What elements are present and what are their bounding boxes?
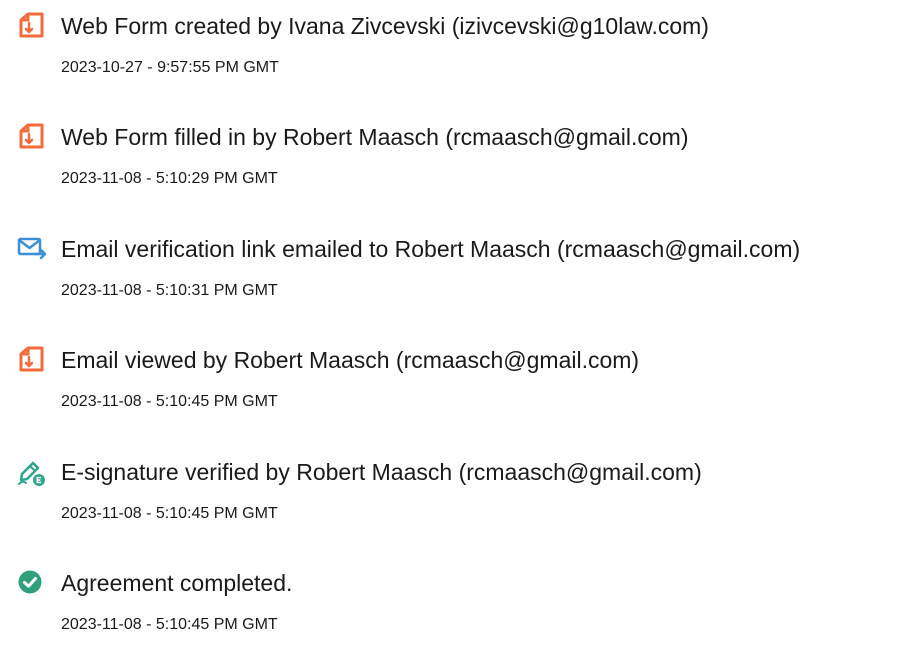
event-title: Agreement completed. bbox=[61, 570, 293, 596]
event-title: Email verification link emailed to Rober… bbox=[61, 236, 801, 262]
event-item: Email verification link emailed to Rober… bbox=[0, 235, 919, 325]
event-timestamp: 2023-11-08 - 5:10:45 PM GMT bbox=[61, 393, 278, 410]
event-item: Web Form filled in by Robert Maasch (rcm… bbox=[0, 123, 919, 213]
event-timestamp: 2023-11-08 - 5:10:45 PM GMT bbox=[61, 616, 278, 633]
event-timestamp: 2023-11-08 - 5:10:31 PM GMT bbox=[61, 282, 278, 299]
document-pdf-icon bbox=[17, 12, 47, 42]
event-title: Web Form filled in by Robert Maasch (rcm… bbox=[61, 124, 689, 150]
event-title: Web Form created by Ivana Zivcevski (izi… bbox=[61, 13, 709, 39]
event-item: Email viewed by Robert Maasch (rcmaasch@… bbox=[0, 346, 919, 436]
event-item: Agreement completed. 2023-11-08 - 5:10:4… bbox=[0, 569, 919, 659]
event-item: Web Form created by Ivana Zivcevski (izi… bbox=[0, 12, 919, 102]
event-timestamp: 2023-10-27 - 9:57:55 PM GMT bbox=[61, 59, 279, 76]
document-pdf-icon bbox=[17, 346, 47, 376]
event-item: E-signature verified by Robert Maasch (r… bbox=[0, 458, 919, 548]
pen-verified-icon bbox=[17, 458, 47, 488]
event-timestamp: 2023-11-08 - 5:10:45 PM GMT bbox=[61, 505, 278, 522]
event-title: E-signature verified by Robert Maasch (r… bbox=[61, 459, 702, 485]
event-title: Email viewed by Robert Maasch (rcmaasch@… bbox=[61, 347, 640, 373]
check-circle-icon bbox=[17, 569, 47, 599]
document-pdf-icon bbox=[17, 123, 47, 153]
email-send-icon bbox=[17, 235, 47, 265]
event-timestamp: 2023-11-08 - 5:10:29 PM GMT bbox=[61, 170, 278, 187]
